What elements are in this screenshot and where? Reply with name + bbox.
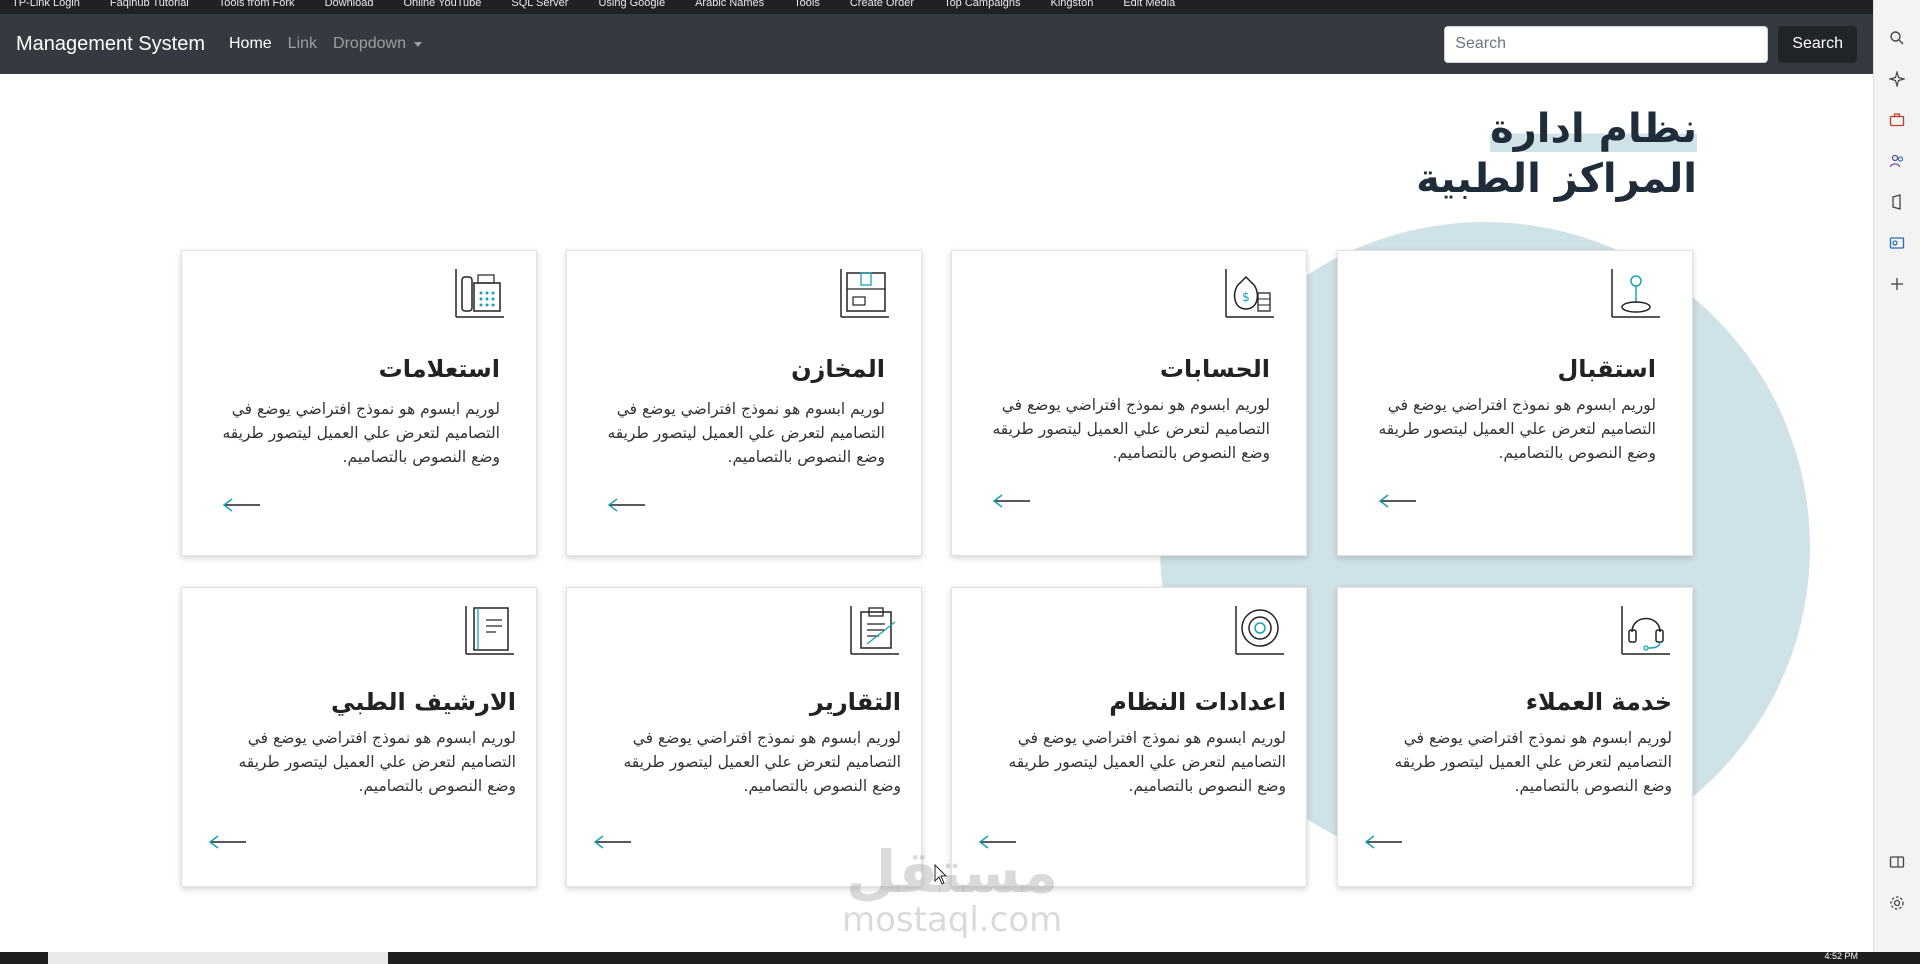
- bookmark-item[interactable]: TP-Link Login: [12, 0, 80, 14]
- card-title: المخازن: [791, 355, 885, 383]
- navbar: Management System Home Link Dropdown Sea…: [0, 14, 1873, 74]
- card-warehouses[interactable]: المخازن لوريم ابسوم هو نموذج افتراضي يوض…: [566, 250, 922, 556]
- phone-icon: [455, 269, 504, 318]
- page-title: نظام ادارة المراكز الطبية: [1416, 104, 1697, 204]
- bookmark-item[interactable]: Tools from Fork: [219, 0, 295, 14]
- card-inquiries[interactable]: استعلامات لوريم ابسوم هو نموذج افتراضي ي…: [181, 250, 537, 556]
- settings-target-icon: [1235, 606, 1284, 655]
- card-description: لوريم ابسوم هو نموذج افتراضي يوضع في الت…: [607, 400, 885, 466]
- bookmark-item[interactable]: Download: [325, 0, 374, 14]
- brand-title[interactable]: Management System: [16, 33, 205, 56]
- bookmark-item[interactable]: Tools: [794, 0, 820, 14]
- bookmark-item[interactable]: Edit Media: [1123, 0, 1175, 14]
- office-icon[interactable]: [1887, 192, 1907, 212]
- main-content: نظام ادارة المراكز الطبية استقبال لوريم …: [0, 74, 1873, 952]
- card-title: التقارير: [809, 688, 901, 716]
- card-description: لوريم ابسوم هو نموذج افتراضي يوضع في الت…: [1378, 396, 1656, 462]
- watermark: مستقل mostaql.com: [842, 842, 1062, 938]
- title-line-2: المراكز الطبية: [1416, 156, 1697, 202]
- bookmarks-bar: TP-Link Login Faqihub Tutorial Tools fro…: [0, 0, 1873, 14]
- clipboard-report-icon: [850, 606, 899, 655]
- watermark-latin: mostaql.com: [842, 900, 1063, 940]
- people-icon[interactable]: [1887, 151, 1907, 171]
- reception-icon: [1611, 269, 1660, 318]
- card-medical-archive[interactable]: الارشيف الطبي لوريم ابسوم هو نموذج افترا…: [181, 587, 537, 887]
- bookmark-item[interactable]: Top Campaigns: [944, 0, 1020, 14]
- search-form: Search: [1444, 25, 1857, 63]
- nav-dropdown[interactable]: Dropdown: [333, 35, 422, 53]
- bookmark-item[interactable]: Arabic Names: [695, 0, 764, 14]
- taskbar: 4:52 PM: [0, 952, 1920, 964]
- card-customer-service[interactable]: خدمة العملاء لوريم ابسوم هو نموذج افتراض…: [1337, 587, 1693, 887]
- outlook-icon[interactable]: [1887, 233, 1907, 253]
- bookmark-item[interactable]: Kingston: [1051, 0, 1094, 14]
- card-title: الارشيف الطبي: [331, 688, 516, 716]
- mouse-cursor-icon: [934, 864, 948, 885]
- card-title: استعلامات: [378, 355, 500, 383]
- nav-dropdown-label: Dropdown: [333, 35, 406, 52]
- card-title: خدمة العملاء: [1525, 688, 1672, 716]
- card-title: اعدادات النظام: [1109, 688, 1286, 716]
- bookmark-item[interactable]: Using Google: [598, 0, 665, 14]
- arrow-left-icon[interactable]: [222, 497, 262, 513]
- card-reception[interactable]: استقبال لوريم ابسوم هو نموذج افتراضي يوض…: [1337, 250, 1693, 556]
- arrow-left-icon[interactable]: [607, 497, 647, 513]
- arrow-left-icon[interactable]: [992, 493, 1032, 509]
- nav-link-home[interactable]: Home: [229, 35, 272, 53]
- nav-link-link[interactable]: Link: [288, 35, 317, 53]
- card-description: لوريم ابسوم هو نموذج افتراضي يوضع في الت…: [623, 729, 901, 795]
- card-title: استقبال: [1557, 355, 1656, 383]
- title-line-1: نظام ادارة: [1490, 106, 1697, 152]
- arrow-left-icon[interactable]: [208, 834, 248, 850]
- card-description: لوريم ابسوم هو نموذج افتراضي يوضع في الت…: [1008, 729, 1286, 795]
- headset-icon: [1621, 606, 1670, 655]
- watermark-arabic: مستقل: [846, 838, 1059, 906]
- arrow-left-icon[interactable]: [1364, 834, 1404, 850]
- svg-text:$: $: [1242, 290, 1250, 304]
- briefcase-icon[interactable]: [1887, 110, 1907, 130]
- card-description: لوريم ابسوم هو نموذج افتراضي يوضع في الت…: [992, 396, 1270, 462]
- taskbar-search[interactable]: [48, 952, 388, 964]
- card-description: لوريم ابسوم هو نموذج افتراضي يوضع في الت…: [222, 400, 500, 466]
- card-description: لوريم ابسوم هو نموذج افتراضي يوضع في الت…: [238, 729, 516, 795]
- sidebar-bottom: [1887, 852, 1907, 934]
- arrow-left-icon[interactable]: [1378, 493, 1418, 509]
- money-bag-icon: $: [1225, 269, 1274, 318]
- card-accounts[interactable]: $ الحسابات لوريم ابسوم هو نموذج افتراضي …: [951, 250, 1307, 556]
- bookmark-item[interactable]: Faqihub Tutorial: [110, 0, 189, 14]
- bookmark-item[interactable]: Online YouTube: [403, 0, 481, 14]
- card-title: الحسابات: [1159, 355, 1270, 383]
- card-description: لوريم ابسوم هو نموذج افتراضي يوضع في الت…: [1394, 729, 1672, 795]
- add-icon[interactable]: [1887, 274, 1907, 294]
- warehouse-box-icon: [840, 269, 889, 318]
- search-button[interactable]: Search: [1778, 25, 1857, 63]
- taskbar-clock: 4:52 PM: [1824, 951, 1858, 961]
- gear-icon[interactable]: [1887, 893, 1907, 913]
- arrow-left-icon[interactable]: [593, 834, 633, 850]
- notebook-icon: [465, 606, 514, 655]
- browser-sidebar: [1873, 0, 1920, 952]
- split-screen-icon[interactable]: [1887, 852, 1907, 872]
- bookmark-item[interactable]: Create Order: [850, 0, 914, 14]
- search-input[interactable]: [1444, 25, 1769, 63]
- search-icon[interactable]: [1887, 28, 1907, 48]
- sparkle-icon[interactable]: [1887, 69, 1907, 89]
- bookmark-item[interactable]: SQL Server: [511, 0, 568, 14]
- caret-down-icon: [413, 41, 422, 47]
